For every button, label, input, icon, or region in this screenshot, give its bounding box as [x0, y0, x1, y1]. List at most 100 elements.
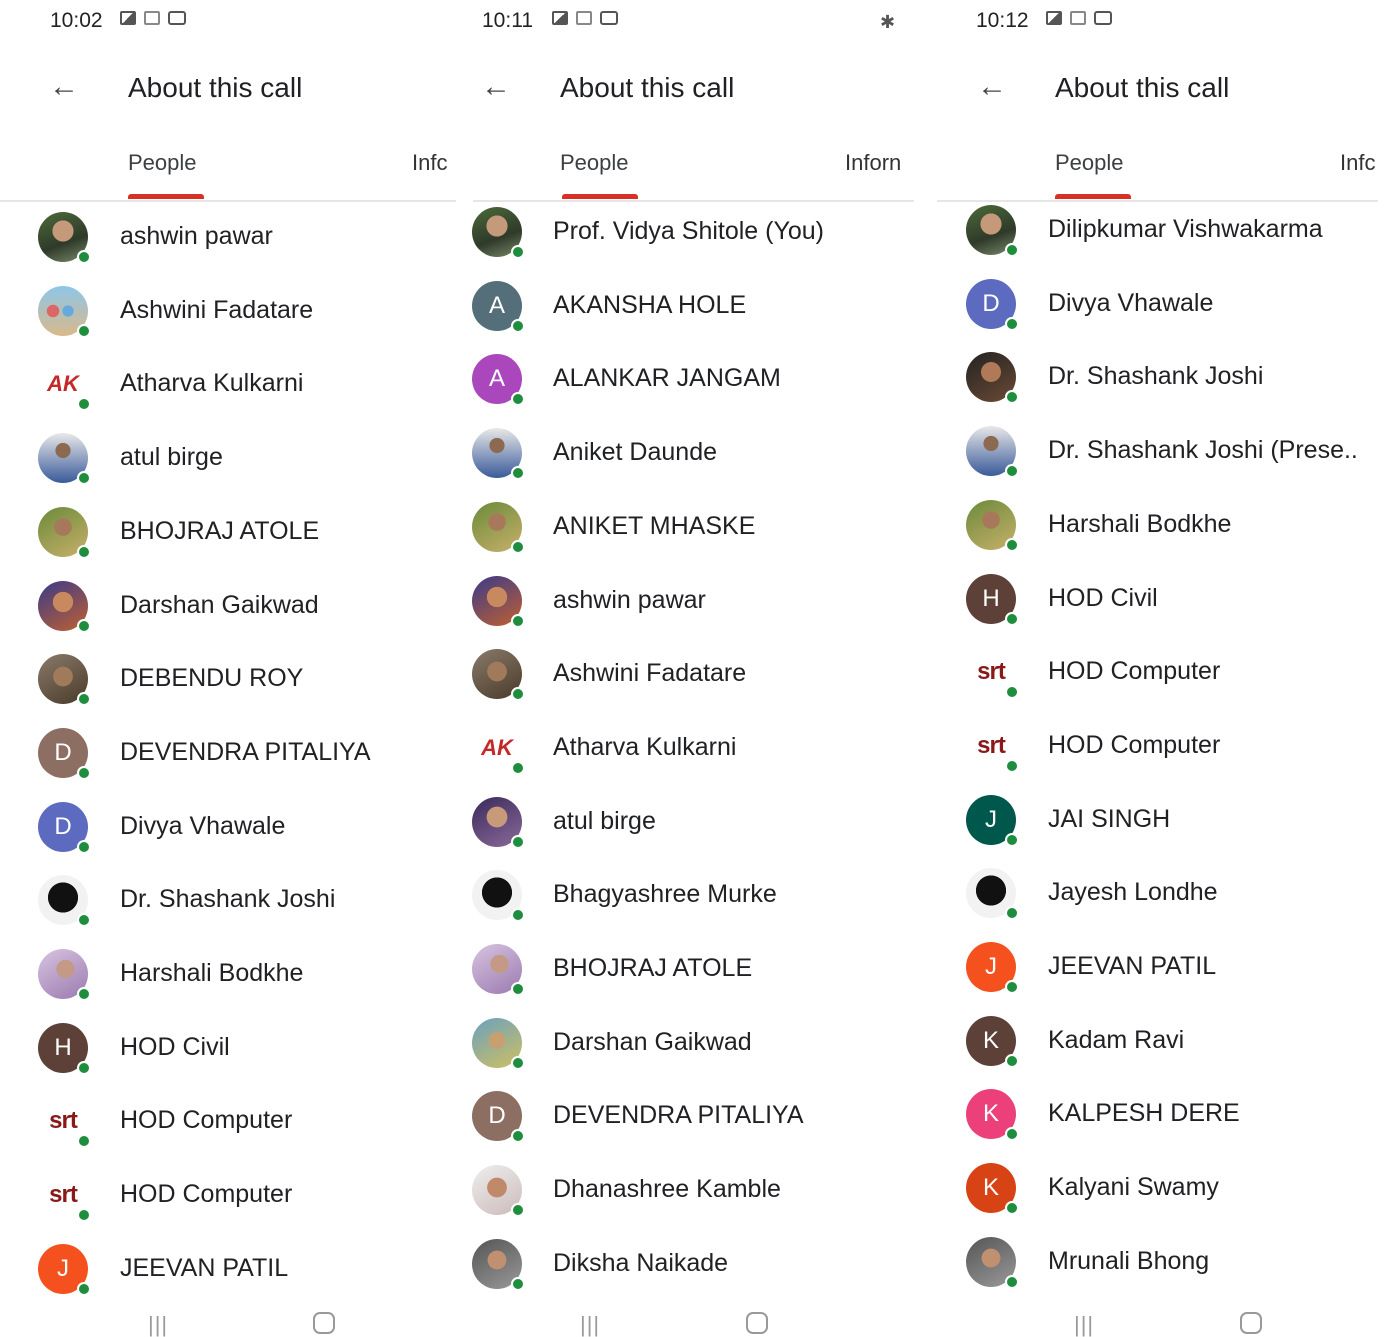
participant-row[interactable]: Darshan Gaikwad: [0, 580, 456, 655]
participant-row[interactable]: ashwin pawar: [0, 212, 456, 286]
participant-row[interactable]: ashwin pawar: [470, 575, 920, 650]
participant-row[interactable]: J JAI SINGH: [934, 794, 1398, 869]
tab-people[interactable]: People: [560, 150, 629, 176]
participant-row[interactable]: BHOJRAJ ATOLE: [470, 944, 920, 1018]
avatar: [472, 1017, 525, 1070]
bluetooth-icon: ✱: [880, 12, 896, 32]
participant-row[interactable]: Dr. Shashank Joshi (Prese..: [934, 426, 1398, 500]
online-status-dot: [77, 765, 91, 780]
participant-name: Prof. Vidya Shitole (You): [553, 217, 824, 245]
avatar: D: [38, 727, 91, 780]
avatar: [38, 212, 91, 264]
video-icon: [1094, 11, 1112, 25]
participant-row[interactable]: AK Atharva Kulkarni: [470, 722, 920, 797]
participant-row[interactable]: srt HOD Computer: [934, 647, 1398, 721]
avatar: [38, 949, 91, 1001]
participant-row[interactable]: Dr. Shashank Joshi: [934, 352, 1398, 426]
participant-row[interactable]: atul birge: [470, 796, 920, 871]
participant-row[interactable]: Aniket Daunde: [470, 428, 920, 502]
system-nav-bar: |||: [470, 1300, 920, 1337]
participant-name: Ashwini Fadatare: [120, 295, 314, 324]
participant-row[interactable]: srt HOD Computer: [0, 1096, 456, 1170]
participant-row[interactable]: Darshan Gaikwad: [470, 1017, 920, 1092]
participant-row[interactable]: D DEVENDRA PITALIYA: [470, 1091, 920, 1165]
online-status-dot: [77, 913, 91, 928]
participant-name: Divya Vhawale: [120, 811, 286, 840]
gallery-icon: [1046, 11, 1062, 25]
participant-row[interactable]: atul birge: [0, 433, 456, 507]
recent-apps-icon[interactable]: |||: [148, 1312, 168, 1337]
tab-bar: People Infc: [0, 140, 456, 202]
tab-people[interactable]: People: [1055, 150, 1124, 176]
participant-row[interactable]: D Divya Vhawale: [0, 801, 456, 876]
participant-row[interactable]: D DEVENDRA PITALIYA: [0, 727, 456, 802]
avatar: [966, 868, 1019, 921]
avatar: srt: [966, 647, 1019, 700]
online-status-dot: [1005, 1274, 1019, 1289]
participant-row[interactable]: K Kadam Ravi: [934, 1015, 1398, 1090]
participant-row[interactable]: K Kalyani Swamy: [934, 1163, 1398, 1237]
participant-row[interactable]: ANIKET MHASKE: [470, 501, 920, 576]
participant-row[interactable]: srt HOD Computer: [934, 720, 1398, 795]
online-status-dot: [1005, 464, 1019, 479]
back-arrow-icon[interactable]: ←: [976, 72, 1008, 104]
tab-information[interactable]: Inforn: [845, 150, 901, 176]
participant-row[interactable]: AK Atharva Kulkarni: [0, 359, 456, 433]
participant-name: HOD Computer: [120, 1180, 293, 1209]
avatar: [38, 580, 91, 633]
home-icon[interactable]: [313, 1312, 335, 1334]
participant-row[interactable]: BHOJRAJ ATOLE: [0, 506, 456, 581]
online-status-dot: [77, 1134, 91, 1149]
participant-row[interactable]: Dilipkumar Vishwakarma: [934, 205, 1398, 279]
participant-row[interactable]: J JEEVAN PATIL: [934, 942, 1398, 1016]
back-arrow-icon[interactable]: ←: [48, 72, 80, 104]
participant-row[interactable]: Dr. Shashank Joshi: [0, 875, 456, 949]
gallery-icon: [552, 11, 568, 25]
participant-row[interactable]: H HOD Civil: [934, 573, 1398, 648]
participant-row[interactable]: Harshali Bodkhe: [934, 499, 1398, 574]
online-status-dot: [1005, 1127, 1019, 1142]
participant-name: BHOJRAJ ATOLE: [553, 954, 753, 982]
participant-name: ANIKET MHASKE: [553, 511, 756, 540]
participant-name: JEEVAN PATIL: [1048, 952, 1217, 980]
online-status-dot: [511, 245, 525, 259]
online-status-dot: [77, 987, 91, 1001]
participant-row[interactable]: Harshali Bodkhe: [0, 949, 456, 1023]
participant-row[interactable]: D Divya Vhawale: [934, 278, 1398, 353]
online-status-dot: [1005, 1201, 1019, 1216]
participant-row[interactable]: K KALPESH DERE: [934, 1089, 1398, 1163]
avatar: [472, 649, 525, 702]
avatar: K: [966, 1163, 1019, 1216]
recent-apps-icon[interactable]: |||: [1074, 1312, 1094, 1337]
participant-name: Kadam Ravi: [1048, 1025, 1185, 1054]
participant-name: DEVENDRA PITALIYA: [120, 737, 371, 766]
participant-row[interactable]: Bhagyashree Murke: [470, 870, 920, 944]
participant-name: atul birge: [120, 443, 223, 472]
status-bar: 10:12: [934, 6, 1398, 36]
participant-row[interactable]: DEBENDU ROY: [0, 654, 456, 728]
tab-information[interactable]: Infc: [412, 150, 447, 176]
participant-row[interactable]: A AKANSHA HOLE: [470, 280, 920, 355]
page-title: About this call: [128, 72, 303, 103]
participant-row[interactable]: Prof. Vidya Shitole (You): [470, 207, 920, 281]
avatar: [472, 575, 525, 628]
participant-row[interactable]: H HOD Civil: [0, 1022, 456, 1097]
home-icon[interactable]: [1240, 1312, 1262, 1334]
participant-name: Kalyani Swamy: [1048, 1173, 1219, 1202]
online-status-dot: [1005, 980, 1019, 994]
avatar: D: [966, 278, 1019, 331]
participant-row[interactable]: A ALANKAR JANGAM: [470, 354, 920, 428]
back-arrow-icon[interactable]: ←: [480, 72, 512, 104]
avatar: K: [966, 1015, 1019, 1068]
avatar: [472, 944, 525, 996]
online-status-dot: [511, 687, 525, 702]
tab-information[interactable]: Infc: [1340, 150, 1375, 176]
recent-apps-icon[interactable]: |||: [580, 1312, 600, 1337]
home-icon[interactable]: [746, 1312, 768, 1334]
participant-row[interactable]: Dhanashree Kamble: [470, 1165, 920, 1239]
participant-row[interactable]: srt HOD Computer: [0, 1170, 456, 1244]
participant-row[interactable]: Ashwini Fadatare: [0, 285, 456, 360]
participant-row[interactable]: Ashwini Fadatare: [470, 649, 920, 723]
participant-row[interactable]: Jayesh Londhe: [934, 868, 1398, 942]
tab-people[interactable]: People: [128, 150, 197, 176]
